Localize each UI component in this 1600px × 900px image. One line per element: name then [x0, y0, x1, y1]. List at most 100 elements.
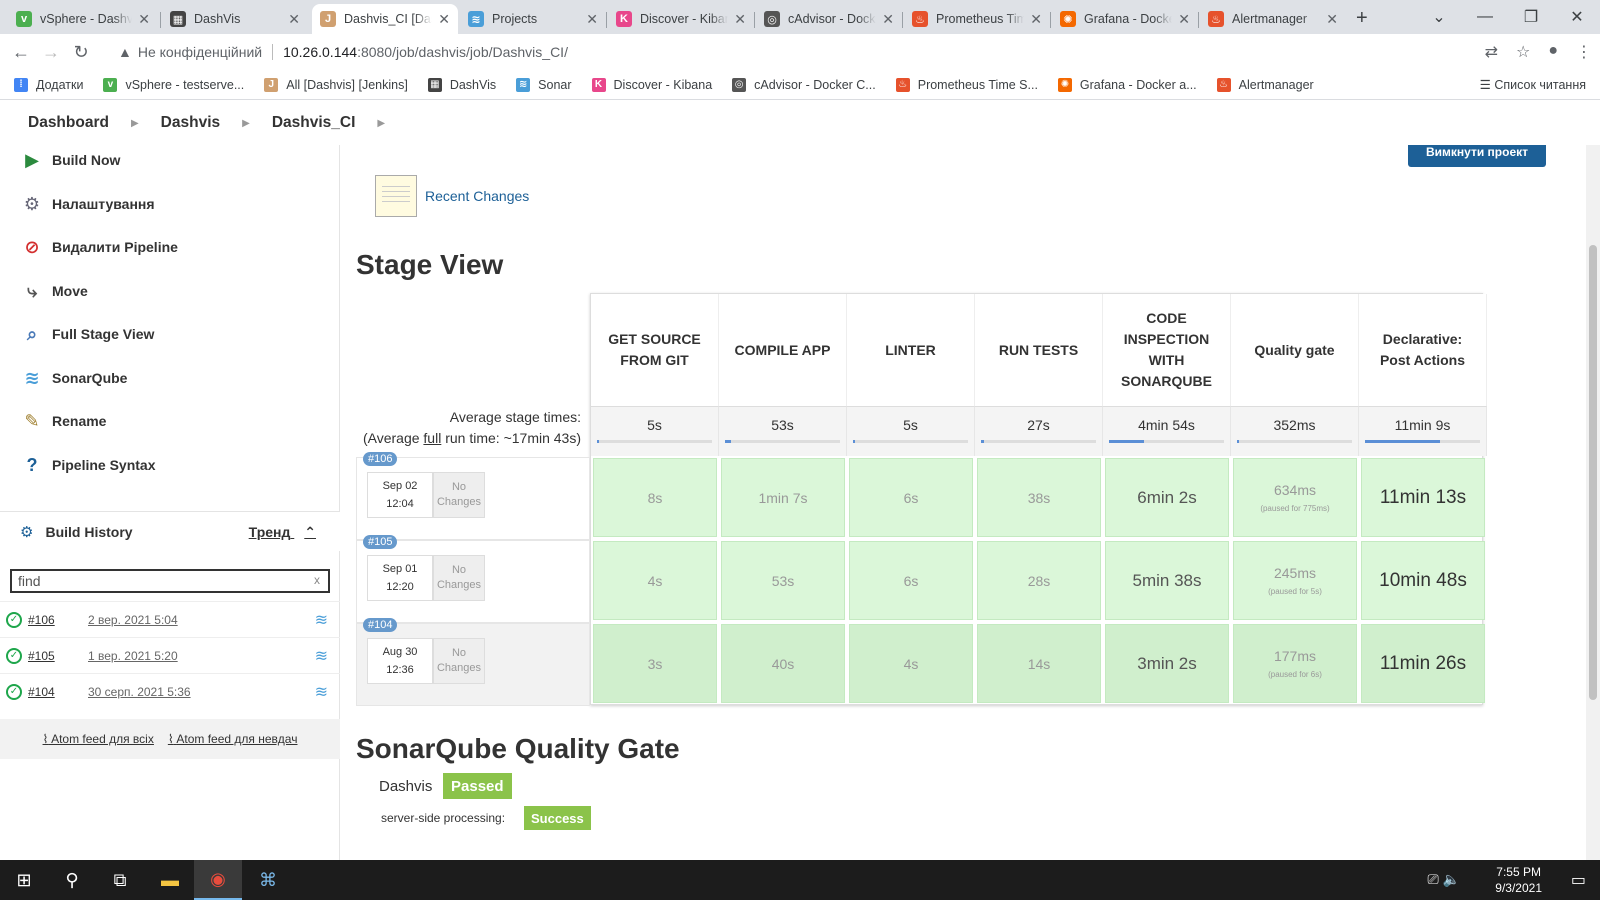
stage-cell[interactable]: 245ms (paused for 5s)	[1233, 541, 1357, 620]
task-view-icon[interactable]: ⧉	[96, 860, 144, 900]
bookmark-item[interactable]: ♨ Prometheus Time S...	[895, 77, 1038, 92]
reload-icon[interactable]: ↻	[66, 42, 96, 63]
new-tab-button[interactable]: +	[1356, 7, 1368, 30]
stage-cell[interactable]: 40s	[721, 624, 845, 703]
stage-cell[interactable]: 11min 13s	[1361, 458, 1485, 537]
forward-icon[interactable]: →	[36, 42, 66, 63]
sidebar-task[interactable]: ▶ Build Now	[20, 148, 120, 172]
trend-link[interactable]: Тренд ⌃	[249, 524, 316, 541]
sidebar-task[interactable]: ⊘ Видалити Pipeline	[20, 235, 177, 259]
browser-tab[interactable]: v vSphere - Dashv ✕	[8, 4, 158, 34]
close-tab-icon[interactable]: ✕	[1178, 11, 1190, 28]
warning-icon[interactable]: ▲	[118, 44, 132, 60]
stage-cell[interactable]: 3min 2s	[1105, 624, 1229, 703]
bookmark-item[interactable]: J All [Dashvis] [Jenkins]	[264, 77, 408, 92]
close-tab-icon[interactable]: ✕	[882, 11, 894, 28]
build-date-link[interactable]: 30 серп. 2021 5:36	[88, 685, 191, 699]
sidebar-task[interactable]: ✎ Rename	[20, 409, 106, 433]
close-tab-icon[interactable]: ✕	[288, 11, 300, 28]
stage-cell[interactable]: 4s	[849, 624, 973, 703]
browser-tab[interactable]: ✺ Grafana - Docker ✕	[1052, 4, 1198, 34]
stage-cell[interactable]: 4s	[593, 541, 717, 620]
close-tab-icon[interactable]: ✕	[734, 11, 746, 28]
build-history-row[interactable]: ✓ #106 2 вер. 2021 5:04 ≋	[0, 601, 340, 637]
close-window-icon[interactable]: ✕	[1554, 7, 1600, 27]
browser-tab[interactable]: K Discover - Kibana ✕	[608, 4, 754, 34]
close-tab-icon[interactable]: ✕	[1326, 11, 1338, 28]
browser-tab[interactable]: J Dashvis_CI [Dashvis] ✕	[312, 4, 458, 34]
notifications-icon[interactable]: ▭	[1571, 870, 1586, 890]
disable-project-button[interactable]: Вимкнути проект	[1408, 145, 1546, 167]
bookmark-item[interactable]: v vSphere - testserve...	[103, 77, 244, 92]
sonarqube-icon[interactable]: ≋	[315, 610, 328, 630]
sidebar-task[interactable]: ⚙ Налаштування	[20, 192, 155, 216]
back-icon[interactable]: ←	[6, 42, 36, 63]
stage-cell[interactable]: 6s	[849, 541, 973, 620]
browser-tab[interactable]: ≋ Projects ✕	[460, 4, 606, 34]
stage-cell[interactable]: 1min 7s	[721, 458, 845, 537]
clear-filter-icon[interactable]: x	[314, 573, 320, 587]
stage-cell[interactable]: 177ms (paused for 6s)	[1233, 624, 1357, 703]
bookmark-item[interactable]: ≋ Sonar	[516, 77, 572, 92]
stage-cell[interactable]: 6s	[849, 458, 973, 537]
run-number-badge[interactable]: #106	[363, 452, 398, 466]
feed-failures-link[interactable]: ⌇ Atom feed для невдач	[168, 732, 298, 746]
stage-cell[interactable]: 14s	[977, 624, 1101, 703]
sidebar-task[interactable]: ≋ SonarQube	[20, 366, 127, 390]
browser-tab[interactable]: ♨ Prometheus Time ✕	[904, 4, 1050, 34]
close-tab-icon[interactable]: ✕	[438, 11, 450, 28]
build-number-link[interactable]: #104	[28, 685, 88, 699]
close-tab-icon[interactable]: ✕	[586, 11, 598, 28]
tab-search-icon[interactable]: ⌄	[1416, 7, 1462, 27]
bookmark-item[interactable]: K Discover - Kibana	[591, 77, 712, 92]
menu-kebab-icon[interactable]: ⋮	[1576, 42, 1592, 62]
stage-cell[interactable]: 10min 48s	[1361, 541, 1485, 620]
search-icon[interactable]: ⚲	[48, 860, 96, 900]
stage-cell[interactable]: 28s	[977, 541, 1101, 620]
build-number-link[interactable]: #105	[28, 649, 88, 663]
browser-tab[interactable]: ▦ DashVis ✕	[162, 4, 308, 34]
run-number-badge[interactable]: #104	[363, 618, 398, 632]
chevron-right-icon[interactable]: ▶	[131, 118, 139, 129]
bookmark-item[interactable]: ✺ Grafana - Docker a...	[1057, 77, 1197, 92]
stage-cell[interactable]: 8s	[593, 458, 717, 537]
close-tab-icon[interactable]: ✕	[1030, 11, 1042, 28]
restore-icon[interactable]: ❐	[1508, 7, 1554, 27]
bookmark-star-icon[interactable]: ☆	[1516, 42, 1530, 62]
avg-full-link[interactable]: full	[423, 430, 441, 446]
profile-avatar-icon[interactable]: ●	[1548, 42, 1558, 62]
stage-cell[interactable]: 3s	[593, 624, 717, 703]
build-history-filter-input[interactable]	[10, 569, 330, 593]
sonarqube-icon[interactable]: ≋	[315, 682, 328, 702]
file-explorer-icon[interactable]: ▬	[146, 860, 194, 900]
sidebar-task[interactable]: ⤷ Move	[20, 279, 88, 303]
bookmark-item[interactable]: ⁞ Додатки	[14, 77, 83, 92]
bookmark-item[interactable]: ♨ Alertmanager	[1216, 77, 1314, 92]
chevron-right-icon[interactable]: ▶	[377, 118, 385, 129]
breadcrumb-dashvis-ci[interactable]: Dashvis_CI	[272, 114, 356, 132]
system-tray[interactable]: ⎚ 🔈	[1427, 871, 1460, 888]
bookmark-item[interactable]: ▦ DashVis	[427, 77, 496, 92]
sonarqube-icon[interactable]: ≋	[315, 646, 328, 666]
translate-icon[interactable]: ⇄	[1485, 42, 1498, 62]
address-bar[interactable]: ▲ Не конфіденційний 10.26.0.144 :8080/jo…	[112, 38, 1532, 66]
browser-tab[interactable]: ◎ cAdvisor - Docker ✕	[756, 4, 902, 34]
build-date-link[interactable]: 1 вер. 2021 5:20	[88, 649, 178, 663]
stage-cell[interactable]: 11min 26s	[1361, 624, 1485, 703]
feed-all-link[interactable]: ⌇ Atom feed для всіх	[43, 732, 154, 746]
run-number-badge[interactable]: #105	[363, 535, 398, 549]
close-tab-icon[interactable]: ✕	[138, 11, 150, 28]
build-history-row[interactable]: ✓ #105 1 вер. 2021 5:20 ≋	[0, 637, 340, 673]
stage-cell[interactable]: 5min 38s	[1105, 541, 1229, 620]
reading-list-button[interactable]: ☰ Список читання	[1480, 77, 1586, 92]
minimize-icon[interactable]: —	[1462, 8, 1508, 26]
scrollbar-thumb[interactable]	[1589, 245, 1597, 700]
stage-cell[interactable]: 6min 2s	[1105, 458, 1229, 537]
windows-start-icon[interactable]: ⊞	[0, 860, 48, 900]
build-date-link[interactable]: 2 вер. 2021 5:04	[88, 613, 178, 627]
chevron-up-icon[interactable]: ⌃	[304, 524, 316, 540]
stage-cell[interactable]: 53s	[721, 541, 845, 620]
breadcrumb-dashboard[interactable]: Dashboard	[28, 114, 109, 132]
sidebar-task[interactable]: ⌕ Full Stage View	[20, 322, 154, 346]
clock[interactable]: 7:55 PM 9/3/2021	[1495, 864, 1542, 896]
